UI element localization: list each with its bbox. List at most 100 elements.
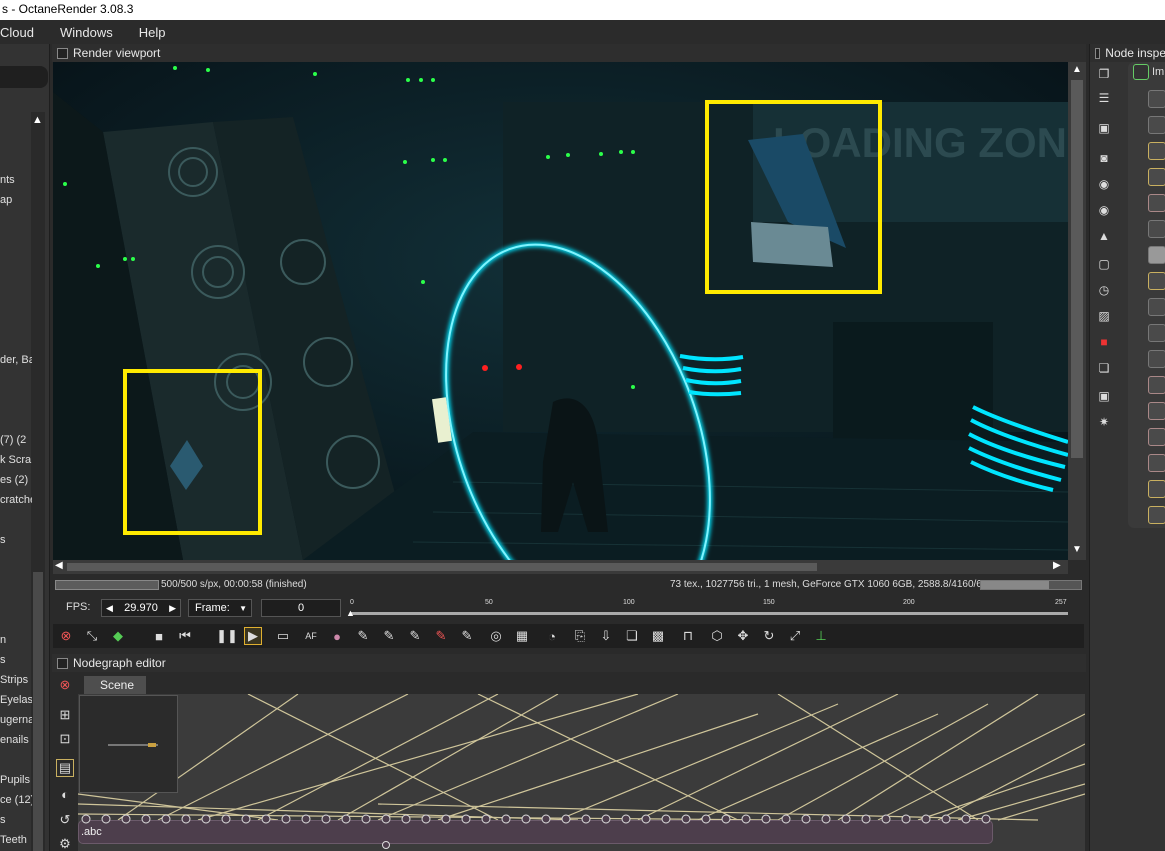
- list-icon[interactable]: ☰: [1096, 90, 1112, 106]
- inspector-node[interactable]: [1148, 194, 1165, 212]
- scroll-up-icon[interactable]: ▲: [32, 114, 43, 126]
- viewport-vertical-scrollbar[interactable]: ▲ ▼: [1068, 62, 1086, 560]
- picker5-icon[interactable]: ✎: [458, 627, 476, 645]
- frame-icon[interactable]: ▢: [1096, 256, 1112, 272]
- environment-icon[interactable]: ◉: [1096, 176, 1112, 192]
- picker4-icon[interactable]: ✎: [432, 627, 450, 645]
- outliner-item[interactable]: (7) (2: [0, 434, 32, 446]
- picker3-icon[interactable]: ✎: [406, 627, 424, 645]
- image-tab-icon[interactable]: [1133, 64, 1149, 80]
- nodegraph-minimap[interactable]: [79, 695, 178, 793]
- material-icon[interactable]: ◐: [56, 785, 74, 803]
- inspector-node[interactable]: [1148, 324, 1165, 342]
- cube-color-icon[interactable]: ◆: [109, 627, 127, 645]
- outliner-item[interactable]: ce (12): [0, 794, 32, 806]
- scroll-down-icon[interactable]: ▼: [1072, 544, 1082, 555]
- menu-cloud[interactable]: Cloud: [0, 25, 34, 40]
- windows-icon[interactable]: ❐: [1096, 66, 1112, 82]
- lens-icon[interactable]: ◎: [487, 627, 505, 645]
- inspector-node[interactable]: [1148, 168, 1165, 186]
- menu-help[interactable]: Help: [139, 25, 166, 40]
- inspector-node[interactable]: [1148, 480, 1165, 498]
- outliner-item[interactable]: Teeth: [0, 834, 32, 846]
- layers-icon[interactable]: ❏: [623, 627, 641, 645]
- inspector-node[interactable]: [1148, 272, 1165, 290]
- color-icon[interactable]: ●: [328, 627, 346, 645]
- fps-spinbox[interactable]: ◀ 29.970 ▶: [101, 599, 181, 617]
- inspector-node[interactable]: [1148, 350, 1165, 368]
- outliner-item[interactable]: es (2): [0, 474, 32, 486]
- nodegraph-canvas[interactable]: .abc: [78, 694, 1085, 851]
- checker-icon[interactable]: ▩: [649, 627, 667, 645]
- outliner-item[interactable]: s: [0, 534, 32, 546]
- af-icon[interactable]: AF: [302, 627, 320, 645]
- camera-icon[interactable]: ◙: [1096, 150, 1112, 166]
- cube-icon[interactable]: ⬡: [708, 627, 726, 645]
- material-icon[interactable]: ▲: [1096, 228, 1112, 244]
- play-icon[interactable]: ▶: [244, 627, 262, 645]
- outliner-item[interactable]: s: [0, 814, 32, 826]
- inspector-node[interactable]: [1148, 376, 1165, 394]
- outliner-item[interactable]: der, Ba: [0, 354, 32, 366]
- render-viewport-canvas[interactable]: LOADING ZONE: [53, 62, 1068, 560]
- outliner-item[interactable]: n: [0, 634, 32, 646]
- frame-input[interactable]: 0: [261, 599, 341, 617]
- picker-icon[interactable]: ✎: [354, 627, 372, 645]
- stop-icon[interactable]: ■: [150, 627, 168, 645]
- export-icon[interactable]: ⇩: [597, 627, 615, 645]
- fit-icon[interactable]: ⊡: [56, 730, 74, 748]
- vertical-scroll-thumb[interactable]: [1071, 80, 1083, 458]
- outliner-item[interactable]: nts: [0, 174, 32, 186]
- scroll-left-icon[interactable]: ◀: [55, 560, 63, 571]
- outliner-item[interactable]: k Scra: [0, 454, 32, 466]
- reset-icon[interactable]: ⤡: [83, 627, 101, 645]
- axis-icon[interactable]: ⊥: [812, 627, 830, 645]
- playhead-icon[interactable]: ▲: [346, 608, 355, 618]
- outliner-item[interactable]: Strips: [0, 674, 32, 686]
- image-icon[interactable]: ▣: [1096, 120, 1112, 136]
- lock-icon[interactable]: ⊓: [679, 627, 697, 645]
- stack-icon[interactable]: ❏: [1096, 360, 1112, 376]
- expand-icon[interactable]: ⊞: [56, 706, 74, 724]
- outliner-item[interactable]: Pupils: [0, 774, 32, 786]
- light-icon[interactable]: ✷: [1096, 414, 1112, 430]
- red-cube-icon[interactable]: ■: [1096, 334, 1112, 350]
- grid-icon[interactable]: ▦: [513, 627, 531, 645]
- reload-icon[interactable]: ↺: [56, 811, 74, 829]
- screen-icon[interactable]: ▭: [274, 627, 292, 645]
- inspector-checkbox[interactable]: [1095, 47, 1101, 59]
- clock-icon[interactable]: ◷: [1096, 282, 1112, 298]
- texture-icon[interactable]: ▨: [1096, 308, 1112, 324]
- pause-icon[interactable]: ❚❚: [216, 627, 238, 645]
- inspector-node[interactable]: [1148, 402, 1165, 420]
- menu-windows[interactable]: Windows: [60, 25, 113, 40]
- inspector-node[interactable]: [1148, 506, 1165, 524]
- picture-icon[interactable]: ▣: [1096, 388, 1112, 404]
- rotate-icon[interactable]: ↻: [760, 627, 778, 645]
- inspector-node[interactable]: [1148, 142, 1165, 160]
- outliner-item[interactable]: enails: [0, 734, 32, 746]
- move-icon[interactable]: ✥: [734, 627, 752, 645]
- scroll-right-icon[interactable]: ▶: [1053, 560, 1061, 571]
- inspector-node[interactable]: [1148, 428, 1165, 446]
- clapper-icon[interactable]: ▤: [56, 759, 74, 777]
- inspector-node[interactable]: [1148, 220, 1165, 238]
- copy-icon[interactable]: ⎘: [571, 627, 589, 645]
- scroll-up-icon[interactable]: ▲: [1072, 64, 1082, 75]
- decrement-icon[interactable]: ◀: [106, 603, 113, 614]
- outliner-item[interactable]: ap: [0, 194, 32, 206]
- settings-icon[interactable]: ⚙: [56, 835, 74, 851]
- viewport-checkbox[interactable]: [57, 47, 68, 59]
- tab-scene[interactable]: Scene: [84, 676, 146, 694]
- viewport-horizontal-scrollbar[interactable]: ◀ ▶: [53, 560, 1068, 574]
- outliner-item[interactable]: ugernai: [0, 714, 32, 726]
- inspector-node[interactable]: [1148, 454, 1165, 472]
- target-icon[interactable]: ⊗: [56, 676, 74, 694]
- inspector-node[interactable]: [1148, 246, 1165, 264]
- outliner-item[interactable]: s: [0, 654, 32, 666]
- inspector-node[interactable]: [1148, 116, 1165, 134]
- outliner-scroll-thumb[interactable]: [33, 572, 43, 851]
- picker2-icon[interactable]: ✎: [380, 627, 398, 645]
- target-icon[interactable]: ⊗: [57, 627, 75, 645]
- inspector-node[interactable]: [1148, 90, 1165, 108]
